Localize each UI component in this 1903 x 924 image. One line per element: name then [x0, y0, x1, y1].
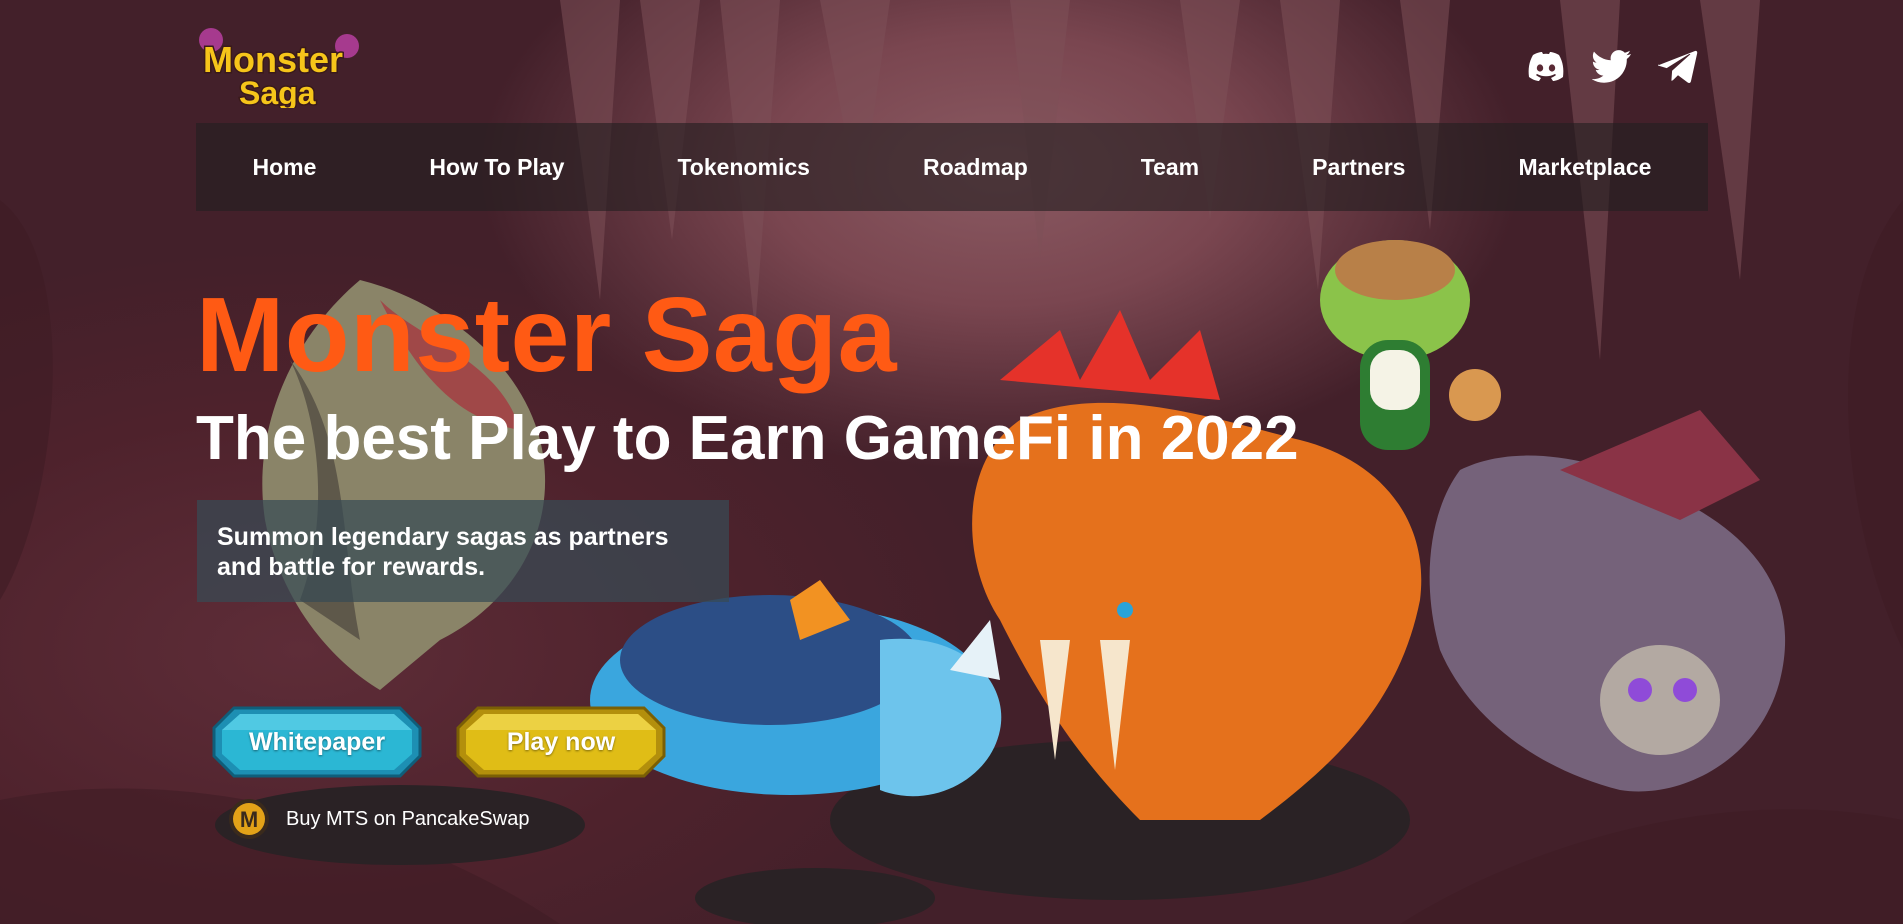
hero-description-box: Summon legendary sagas as partners and b…	[197, 500, 729, 602]
logo-word-monster: Monster	[203, 39, 343, 80]
main-navigation: Home How To Play Tokenomics Roadmap Team…	[196, 123, 1708, 211]
play-now-button[interactable]: Play now	[456, 706, 666, 778]
social-links	[1525, 46, 1699, 88]
telegram-icon[interactable]	[1657, 46, 1699, 88]
nav-item-roadmap[interactable]: Roadmap	[917, 146, 1034, 189]
hero-title: Monster Saga	[196, 276, 898, 394]
nav-item-team[interactable]: Team	[1135, 146, 1205, 189]
nav-item-marketplace[interactable]: Marketplace	[1512, 146, 1657, 189]
buy-mts-link[interactable]: M Buy MTS on PancakeSwap	[228, 797, 529, 841]
twitter-icon[interactable]	[1591, 46, 1633, 88]
play-now-label: Play now	[506, 727, 616, 756]
nav-item-tokenomics[interactable]: Tokenomics	[671, 146, 816, 189]
monster-saga-logo[interactable]: Monster Saga	[195, 24, 365, 113]
whitepaper-label: Whitepaper	[248, 727, 386, 756]
buy-mts-label: Buy MTS on PancakeSwap	[286, 807, 530, 830]
nav-item-how-to-play[interactable]: How To Play	[423, 146, 570, 189]
mts-coin-letter: M	[240, 807, 258, 832]
hero-subtitle: The best Play to Earn GameFi in 2022	[196, 404, 1299, 473]
logo-word-saga: Saga	[239, 75, 316, 108]
nav-item-home[interactable]: Home	[247, 146, 323, 189]
discord-icon[interactable]	[1525, 46, 1567, 88]
logo-graphic: Monster Saga	[199, 28, 359, 113]
nav-item-partners[interactable]: Partners	[1306, 146, 1411, 189]
hero-description: Summon legendary sagas as partners and b…	[217, 523, 669, 581]
whitepaper-button[interactable]: Whitepaper	[212, 706, 422, 778]
mts-coin-icon: M	[229, 799, 269, 839]
